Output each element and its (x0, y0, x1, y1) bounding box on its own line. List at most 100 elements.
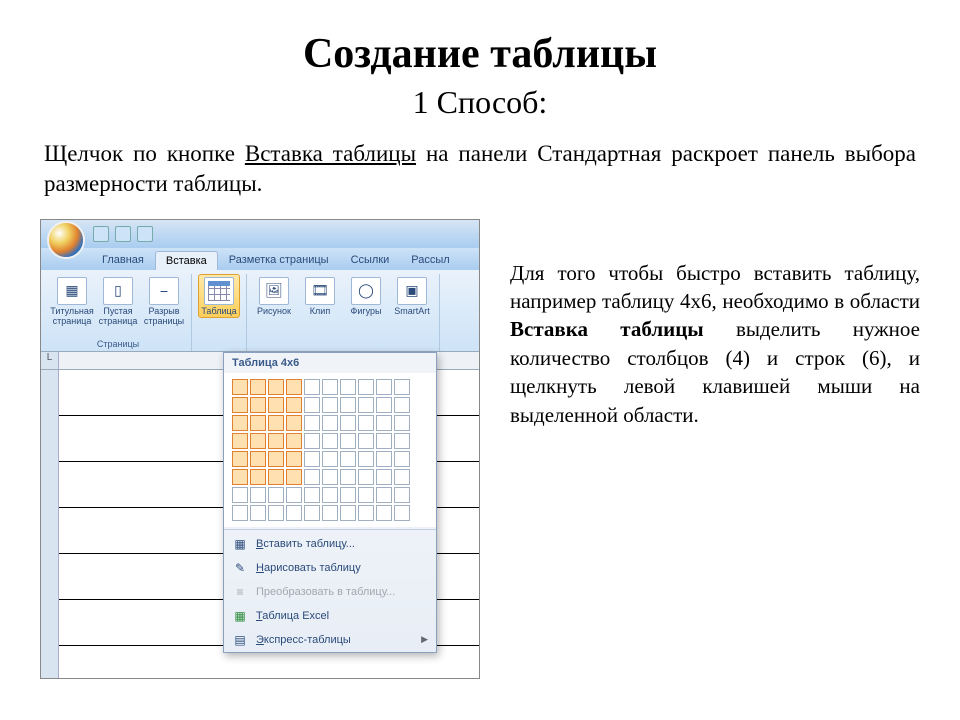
qat-save-icon[interactable] (93, 226, 109, 242)
grid-cell[interactable] (358, 415, 374, 431)
grid-cell[interactable] (268, 469, 284, 485)
grid-cell[interactable] (394, 433, 410, 449)
grid-cell[interactable] (322, 379, 338, 395)
grid-cell[interactable] (322, 415, 338, 431)
quick-tables-item[interactable]: ▤Экспресс-таблицы▶ (224, 628, 436, 652)
grid-cell[interactable] (268, 379, 284, 395)
blank-page-button[interactable]: ▯Пустая страница (97, 274, 139, 328)
table-button[interactable]: Таблица (198, 274, 240, 318)
grid-cell[interactable] (232, 469, 248, 485)
grid-cell[interactable] (286, 505, 302, 521)
grid-cell[interactable] (232, 415, 248, 431)
grid-cell[interactable] (268, 397, 284, 413)
grid-cell[interactable] (268, 433, 284, 449)
grid-cell[interactable] (376, 451, 392, 467)
insert-table-item[interactable]: ▦Вставить таблицу... (224, 532, 436, 556)
clip-button[interactable]: 🎞Клип (299, 274, 341, 318)
tab-insert[interactable]: Вставка (155, 251, 218, 270)
smartart-button[interactable]: ▣SmartArt (391, 274, 433, 318)
grid-cell[interactable] (340, 505, 356, 521)
grid-cell[interactable] (376, 415, 392, 431)
grid-cell[interactable] (286, 433, 302, 449)
grid-cell[interactable] (340, 379, 356, 395)
grid-cell[interactable] (250, 487, 266, 503)
grid-cell[interactable] (250, 415, 266, 431)
table-size-grid[interactable] (224, 373, 436, 527)
grid-cell[interactable] (340, 415, 356, 431)
grid-cell[interactable] (304, 379, 320, 395)
tab-mailings[interactable]: Рассыл (400, 250, 460, 270)
grid-cell[interactable] (340, 397, 356, 413)
grid-cell[interactable] (322, 487, 338, 503)
grid-cell[interactable] (340, 487, 356, 503)
grid-cell[interactable] (358, 487, 374, 503)
grid-cell[interactable] (232, 505, 248, 521)
grid-cell[interactable] (304, 469, 320, 485)
grid-cell[interactable] (268, 415, 284, 431)
grid-cell[interactable] (286, 451, 302, 467)
grid-cell[interactable] (232, 451, 248, 467)
grid-cell[interactable] (250, 397, 266, 413)
grid-cell[interactable] (394, 451, 410, 467)
grid-cell[interactable] (376, 487, 392, 503)
grid-cell[interactable] (286, 379, 302, 395)
page-break-button[interactable]: ⎯Разрыв страницы (143, 274, 185, 328)
office-button[interactable] (47, 221, 85, 259)
grid-cell[interactable] (250, 505, 266, 521)
grid-cell[interactable] (322, 469, 338, 485)
excel-table-item[interactable]: ▦Таблица Excel (224, 604, 436, 628)
grid-cell[interactable] (232, 487, 248, 503)
grid-cell[interactable] (232, 397, 248, 413)
draw-table-item[interactable]: ✎Нарисовать таблицу (224, 556, 436, 580)
grid-cell[interactable] (394, 487, 410, 503)
grid-cell[interactable] (358, 397, 374, 413)
grid-cell[interactable] (304, 505, 320, 521)
tab-layout[interactable]: Разметка страницы (218, 250, 340, 270)
grid-cell[interactable] (358, 505, 374, 521)
grid-cell[interactable] (376, 433, 392, 449)
grid-cell[interactable] (304, 487, 320, 503)
cover-page-button[interactable]: ▦Титульная страница (51, 274, 93, 328)
grid-cell[interactable] (322, 397, 338, 413)
grid-cell[interactable] (232, 433, 248, 449)
grid-cell[interactable] (304, 397, 320, 413)
grid-cell[interactable] (322, 505, 338, 521)
grid-cell[interactable] (376, 469, 392, 485)
grid-cell[interactable] (340, 469, 356, 485)
grid-cell[interactable] (286, 397, 302, 413)
grid-cell[interactable] (250, 433, 266, 449)
grid-cell[interactable] (250, 379, 266, 395)
grid-cell[interactable] (268, 505, 284, 521)
picture-button[interactable]: 🖼Рисунок (253, 274, 295, 318)
qat-redo-icon[interactable] (137, 226, 153, 242)
grid-cell[interactable] (394, 379, 410, 395)
grid-cell[interactable] (340, 451, 356, 467)
grid-cell[interactable] (358, 469, 374, 485)
grid-cell[interactable] (322, 451, 338, 467)
grid-cell[interactable] (376, 397, 392, 413)
grid-cell[interactable] (250, 469, 266, 485)
grid-cell[interactable] (358, 451, 374, 467)
grid-cell[interactable] (394, 505, 410, 521)
grid-cell[interactable] (286, 469, 302, 485)
grid-cell[interactable] (394, 415, 410, 431)
grid-cell[interactable] (376, 505, 392, 521)
grid-cell[interactable] (376, 379, 392, 395)
grid-cell[interactable] (358, 433, 374, 449)
tab-home[interactable]: Главная (91, 250, 155, 270)
grid-cell[interactable] (358, 379, 374, 395)
grid-cell[interactable] (394, 469, 410, 485)
grid-cell[interactable] (232, 379, 248, 395)
grid-cell[interactable] (286, 487, 302, 503)
grid-cell[interactable] (268, 487, 284, 503)
qat-undo-icon[interactable] (115, 226, 131, 242)
grid-cell[interactable] (304, 451, 320, 467)
grid-cell[interactable] (304, 433, 320, 449)
grid-cell[interactable] (268, 451, 284, 467)
grid-cell[interactable] (394, 397, 410, 413)
tab-references[interactable]: Ссылки (340, 250, 401, 270)
grid-cell[interactable] (250, 451, 266, 467)
grid-cell[interactable] (322, 433, 338, 449)
grid-cell[interactable] (340, 433, 356, 449)
grid-cell[interactable] (286, 415, 302, 431)
